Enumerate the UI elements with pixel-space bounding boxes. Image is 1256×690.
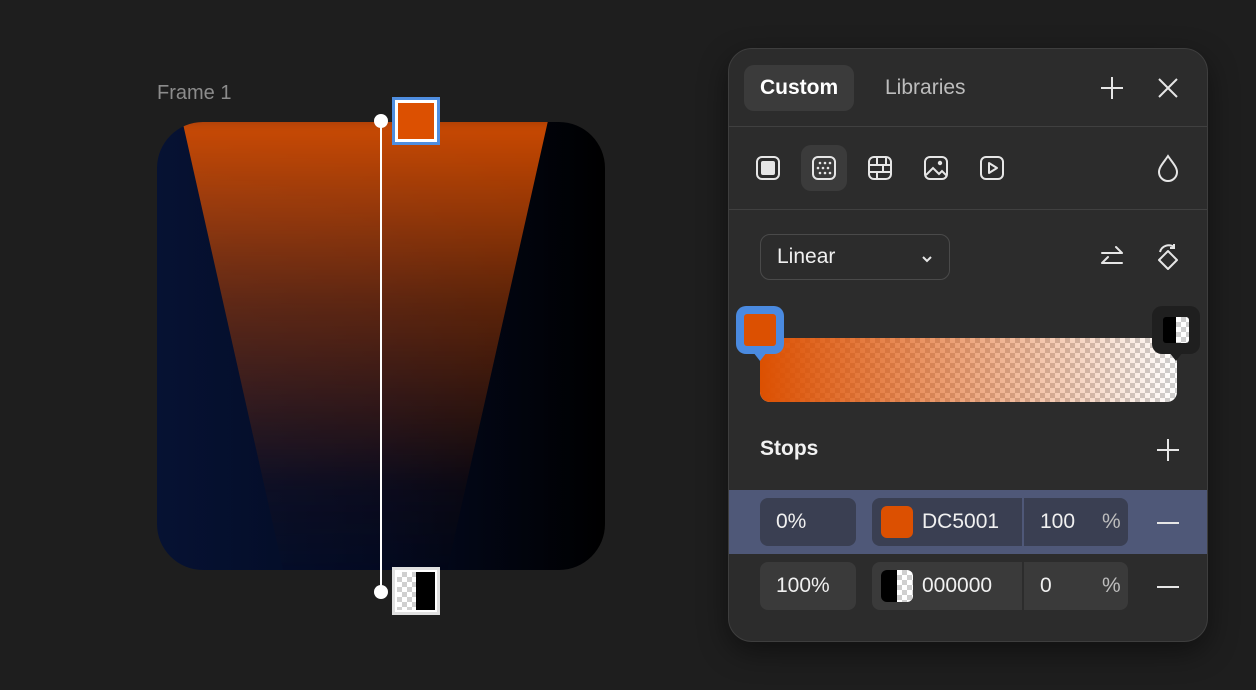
color-swatch[interactable] <box>881 506 913 538</box>
color-swatch <box>744 314 776 346</box>
divider <box>729 209 1207 210</box>
gradient-stop-handle-end[interactable] <box>1152 306 1200 361</box>
gradient-type-select[interactable]: Linear <box>760 234 950 280</box>
plus-icon[interactable] <box>1089 65 1135 111</box>
percent-sign: % <box>1102 574 1121 597</box>
image-fill-icon[interactable] <box>913 145 959 191</box>
stop-position-field[interactable]: 100% <box>760 562 856 610</box>
frame-label[interactable]: Frame 1 <box>157 82 231 105</box>
stop-row[interactable]: 0% DC5001 100 % <box>729 490 1207 554</box>
pattern-fill-icon[interactable] <box>857 145 903 191</box>
add-stop-icon[interactable] <box>1145 427 1191 473</box>
video-fill-icon[interactable] <box>969 145 1015 191</box>
color-swatch <box>1163 317 1189 343</box>
alpha-value[interactable]: 100 <box>1040 510 1090 534</box>
gradient-bar-fill <box>760 338 1177 402</box>
gradient-direction-line[interactable] <box>380 121 382 592</box>
rotate-icon[interactable] <box>1145 235 1191 281</box>
solid-fill-icon[interactable] <box>745 145 791 191</box>
fill-panel: Custom Libraries Linear Stops 0% DC5001 … <box>728 48 1208 642</box>
divider <box>729 126 1207 127</box>
alpha-value[interactable]: 0 <box>1040 574 1090 598</box>
close-icon[interactable] <box>1145 65 1191 111</box>
droplet-icon[interactable] <box>1145 145 1191 191</box>
percent-sign: % <box>1102 510 1121 533</box>
stop-color-field[interactable]: DC5001 100 % <box>872 498 1128 546</box>
color-swatch <box>398 103 434 139</box>
stops-title: Stops <box>760 437 819 460</box>
tab-libraries[interactable]: Libraries <box>869 65 982 111</box>
color-swatch <box>397 572 435 610</box>
chevron-down-icon <box>921 245 933 269</box>
hex-value[interactable]: DC5001 <box>922 510 1022 534</box>
canvas-stop-start[interactable] <box>392 97 440 145</box>
swap-arrows-icon[interactable] <box>1089 235 1135 281</box>
gradient-type-value: Linear <box>777 245 836 268</box>
gradient-end-handle[interactable] <box>374 585 388 599</box>
tab-custom[interactable]: Custom <box>744 65 855 111</box>
remove-stop-icon[interactable] <box>1153 572 1183 602</box>
stop-position-field[interactable]: 0% <box>760 498 856 546</box>
hex-value[interactable]: 000000 <box>922 574 1022 598</box>
gradient-start-handle[interactable] <box>374 114 388 128</box>
stop-color-field[interactable]: 000000 0 % <box>872 562 1128 610</box>
stop-row[interactable]: 100% 000000 0 % <box>729 554 1207 618</box>
gradient-fill-icon[interactable] <box>801 145 847 191</box>
gradient-bar[interactable] <box>760 338 1177 402</box>
remove-stop-icon[interactable] <box>1153 508 1183 538</box>
gradient-stop-handle-start[interactable] <box>736 306 784 361</box>
color-swatch[interactable] <box>881 570 913 602</box>
canvas-stop-end[interactable] <box>392 567 440 615</box>
